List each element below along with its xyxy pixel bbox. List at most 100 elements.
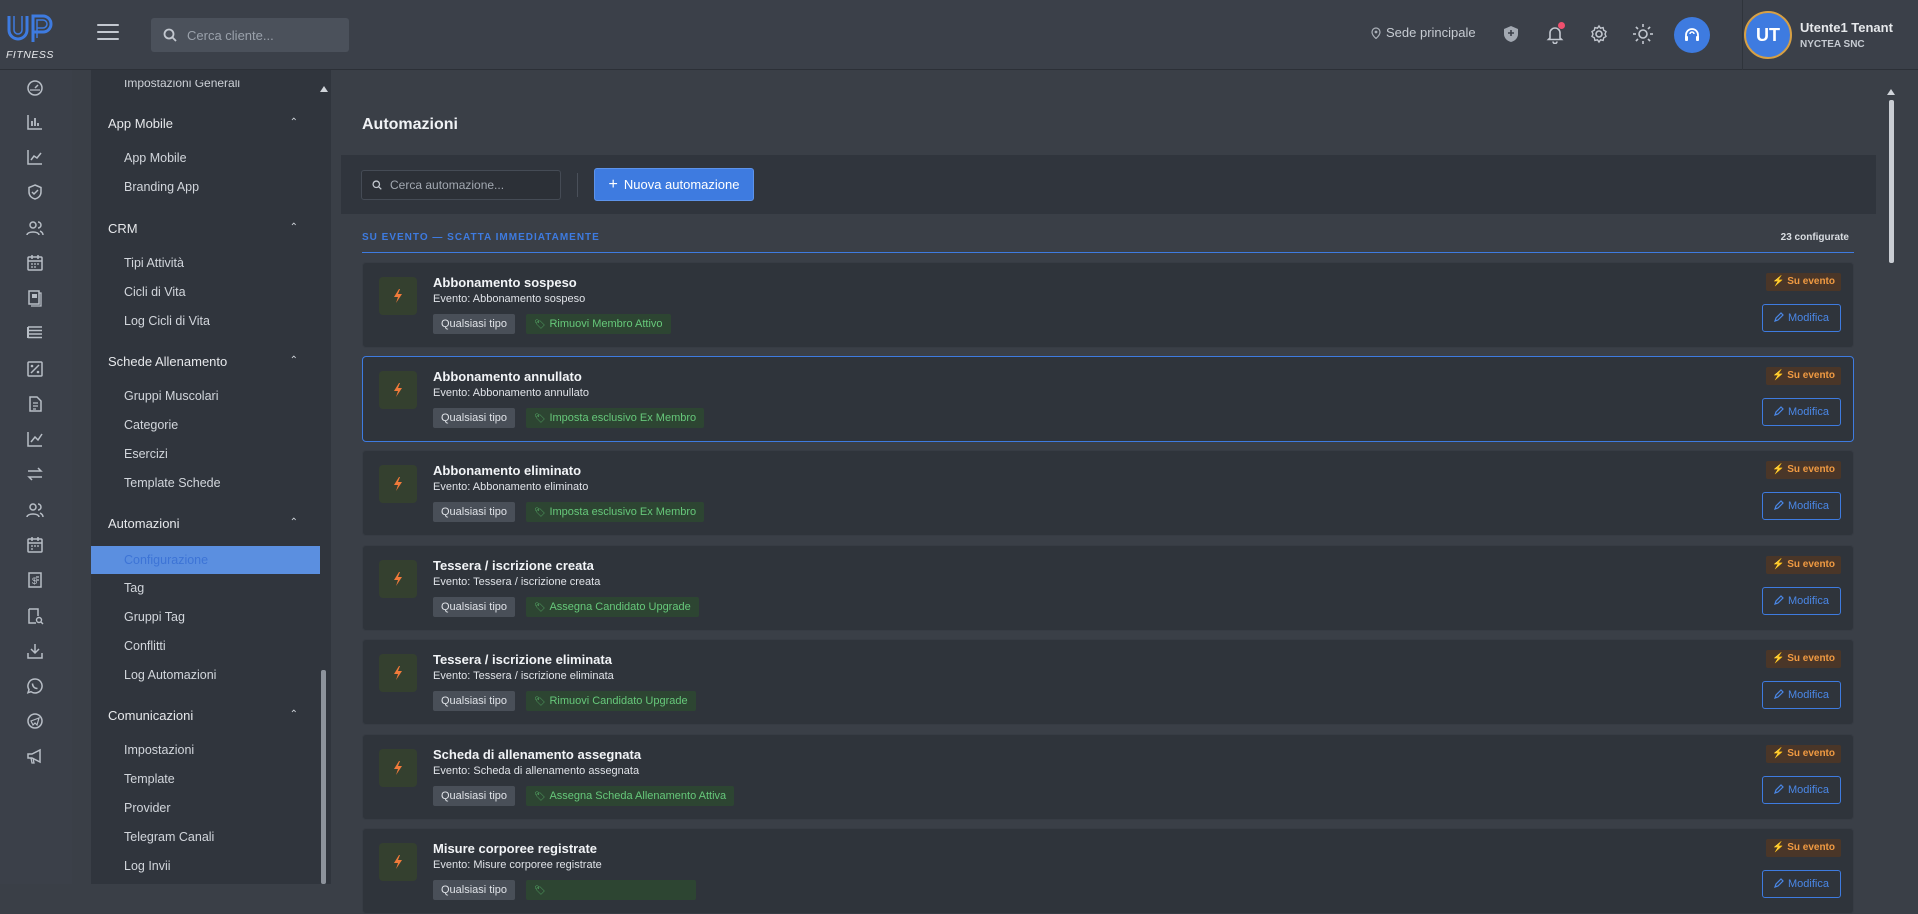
sidebar-section-workout-plans[interactable]: Schede Allenamento ⌃ — [108, 354, 298, 369]
app-logo[interactable]: FITNESS — [5, 12, 65, 61]
lightning-icon — [379, 465, 417, 503]
automation-card[interactable]: Abbonamento sospeso Evento: Abbonamento s… — [362, 262, 1854, 348]
automation-card[interactable]: Misure corporee registrate Evento: Misure… — [362, 828, 1854, 914]
invoice-icon[interactable]: $ — [25, 570, 45, 590]
edit-button[interactable]: Modifica — [1762, 398, 1841, 426]
lightning-icon: ⚡ — [1771, 370, 1785, 381]
sidebar-item-exercises[interactable]: Esercizi — [124, 447, 168, 461]
pencil-icon — [1774, 594, 1788, 608]
bell-icon[interactable] — [1543, 22, 1567, 46]
edit-button[interactable]: Modifica — [1762, 776, 1841, 804]
sidebar-item-templates[interactable]: Template — [124, 772, 175, 786]
client-search-input[interactable] — [187, 27, 337, 43]
menu-toggle-button[interactable] — [97, 24, 119, 44]
whatsapp-icon[interactable] — [25, 676, 45, 696]
transfer-icon[interactable] — [25, 464, 45, 484]
sidebar-section-crm[interactable]: CRM ⌃ — [108, 221, 298, 236]
sidebar-section-communications[interactable]: Comunicazioni ⌃ — [108, 708, 298, 723]
report-search-icon[interactable] — [25, 606, 45, 626]
group-icon[interactable] — [25, 500, 45, 520]
sidebar-item-activity-types[interactable]: Tipi Attività — [124, 256, 184, 270]
plus-icon: + — [608, 175, 618, 193]
sidebar-item-lifecycles[interactable]: Cicli di Vita — [124, 285, 186, 299]
edit-button[interactable]: Modifica — [1762, 587, 1841, 615]
sidebar-section-automations[interactable]: Automazioni ⌃ — [108, 516, 298, 531]
main-scrollbar[interactable] — [1889, 100, 1894, 263]
sidebar-item-providers[interactable]: Provider — [124, 801, 171, 815]
sun-icon[interactable] — [1631, 22, 1655, 46]
automation-title: Misure corporee registrate — [433, 841, 598, 856]
chevron-up-icon: ⌃ — [289, 517, 298, 528]
type-chip: Qualsiasi tipo — [433, 880, 516, 900]
gear-icon[interactable] — [1587, 22, 1611, 46]
sidebar-item-app-mobile[interactable]: App Mobile — [124, 151, 187, 165]
automation-card[interactable]: Abbonamento annullato Evento: Abbonamento… — [362, 356, 1854, 442]
new-automation-button[interactable]: + Nuova automazione — [594, 168, 754, 201]
sidebar-scroll-up-arrow[interactable] — [320, 86, 328, 92]
automation-card[interactable]: Tessera / iscrizione creata Evento: Tesse… — [362, 545, 1854, 631]
calendar-check-icon[interactable] — [25, 535, 45, 555]
sidebar-item-lifecycle-log[interactable]: Log Cicli di Vita — [124, 314, 210, 328]
location-selector[interactable]: Sede principale — [1371, 25, 1476, 40]
document-icon[interactable] — [25, 394, 45, 414]
sidebar-item-configuration[interactable]: Configurazione — [91, 546, 320, 574]
lightning-icon: ⚡ — [1771, 653, 1785, 664]
download-icon[interactable] — [25, 641, 45, 661]
book-icon[interactable] — [25, 288, 45, 308]
action-chip: 🏷 Assegna Candidato Upgrade — [526, 597, 699, 617]
list-icon[interactable] — [25, 323, 45, 343]
bar-chart-icon[interactable] — [25, 112, 45, 132]
automation-title: Abbonamento eliminato — [433, 463, 582, 478]
users-icon[interactable] — [25, 218, 45, 238]
sidebar-section-app-mobile[interactable]: App Mobile ⌃ — [108, 116, 298, 131]
group-header: SU EVENTO — SCATTA IMMEDIATAMENTE 23 con… — [362, 230, 1854, 253]
pencil-icon — [1774, 877, 1788, 891]
user-name: Utente1 Tenant — [1800, 20, 1893, 35]
client-search[interactable] — [151, 18, 349, 52]
lightning-icon: ⚡ — [1771, 464, 1785, 475]
shield-check-icon[interactable] — [25, 182, 45, 202]
user-organization: NYCTEA SNC — [1800, 39, 1865, 50]
calendar-icon[interactable] — [25, 253, 45, 273]
edit-button[interactable]: Modifica — [1762, 681, 1841, 709]
edit-button[interactable]: Modifica — [1762, 304, 1841, 332]
sidebar-item-telegram-channels[interactable]: Telegram Canali — [124, 830, 214, 844]
automation-card[interactable]: Tessera / iscrizione eliminata Evento: Te… — [362, 639, 1854, 725]
trend-icon[interactable] — [25, 429, 45, 449]
action-chip: 🏷 Rimuovi Membro Attivo — [526, 314, 671, 334]
chevron-up-icon: ⌃ — [289, 222, 298, 233]
chevron-up-icon: ⌃ — [289, 709, 298, 720]
pencil-icon — [1774, 405, 1788, 419]
sidebar-item-muscle-groups[interactable]: Gruppi Muscolari — [124, 389, 218, 403]
dashboard-icon[interactable] — [25, 78, 45, 98]
event-badge: ⚡ Su evento — [1765, 273, 1841, 291]
action-chip: 🏷 Imposta esclusivo Ex Membro — [526, 408, 705, 428]
megaphone-icon[interactable] — [25, 746, 45, 766]
edit-button[interactable]: Modifica — [1762, 492, 1841, 520]
sidebar-item-automation-log[interactable]: Log Automazioni — [124, 668, 216, 682]
edit-button[interactable]: Modifica — [1762, 870, 1841, 898]
main-scroll-up-arrow[interactable] — [1887, 89, 1895, 95]
action-chip: 🏷 — [526, 880, 696, 900]
sidebar-item-conflicts[interactable]: Conflitti — [124, 639, 166, 653]
automation-search[interactable] — [361, 170, 561, 200]
lightning-icon: ⚡ — [1771, 559, 1785, 570]
sidebar-item-categories[interactable]: Categorie — [124, 418, 178, 432]
telegram-icon[interactable] — [25, 711, 45, 731]
event-badge: ⚡ Su evento — [1765, 556, 1841, 574]
sidebar-item-settings[interactable]: Impostazioni — [124, 743, 194, 757]
shield-icon[interactable] — [1499, 22, 1523, 46]
sidebar-item-plan-templates[interactable]: Template Schede — [124, 476, 221, 490]
support-button[interactable] — [1674, 17, 1710, 53]
sidebar-item-send-log[interactable]: Log Invii — [124, 859, 171, 873]
percent-icon[interactable] — [25, 359, 45, 379]
automation-search-input[interactable] — [390, 178, 550, 192]
sidebar-scrollbar[interactable] — [321, 670, 326, 884]
sidebar-item-tag[interactable]: Tag — [124, 581, 144, 595]
sidebar-item-tag-groups[interactable]: Gruppi Tag — [124, 610, 185, 624]
automation-card[interactable]: Abbonamento eliminato Evento: Abbonamento… — [362, 450, 1854, 536]
automation-card[interactable]: Scheda di allenamento assegnata Evento: S… — [362, 734, 1854, 820]
user-menu[interactable]: UT Utente1 Tenant NYCTEA SNC — [1742, 0, 1918, 70]
line-chart-icon[interactable] — [25, 147, 45, 167]
sidebar-item-branding-app[interactable]: Branding App — [124, 180, 199, 194]
